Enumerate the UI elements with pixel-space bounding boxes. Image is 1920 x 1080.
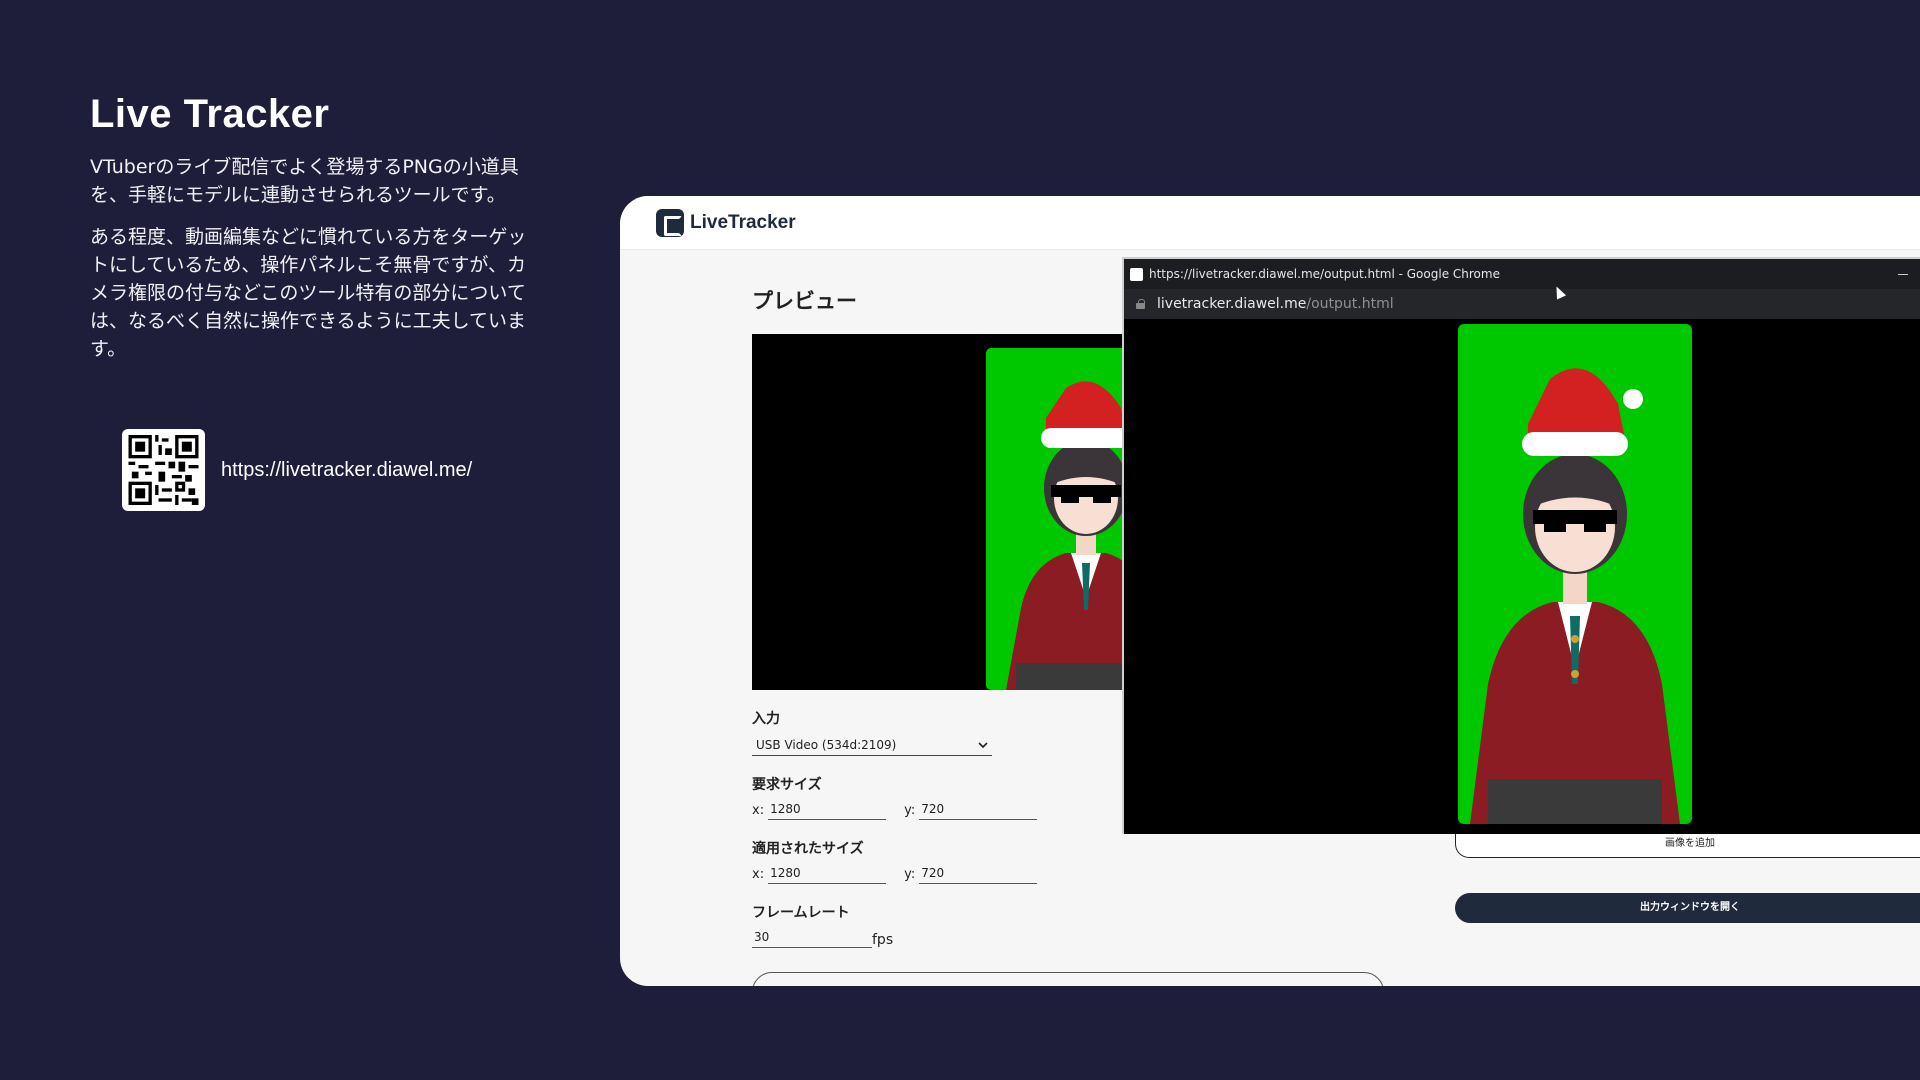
- applied-x-input[interactable]: 1280: [768, 864, 887, 884]
- framerate-unit: fps: [872, 932, 894, 948]
- input-source-value: USB Video (534d:2109): [756, 737, 897, 752]
- requested-y-label: y:: [904, 802, 916, 818]
- open-output-window-button[interactable]: 出力ウィンドウを開く: [1455, 893, 1920, 923]
- input-source-select[interactable]: USB Video (534d:2109): [752, 734, 992, 756]
- applied-size-row: x: 1280 y: 720: [752, 864, 1055, 884]
- address-host: livetracker.diawel.me: [1157, 296, 1307, 312]
- requested-y-input[interactable]: 720: [919, 800, 1038, 820]
- intro-title: Live Tracker: [90, 92, 330, 136]
- bottom-action-button[interactable]: [752, 972, 1384, 986]
- output-avatar-image: [1470, 368, 1680, 824]
- app-logo-text: LiveTracker: [690, 211, 796, 233]
- output-canvas: [1124, 319, 1920, 834]
- settings-form: 入力 USB Video (534d:2109) 要求サイズ x: 1280 y…: [752, 708, 1055, 966]
- lock-icon: [1136, 299, 1145, 309]
- applied-size-label: 適用されたサイズ: [752, 841, 864, 857]
- preview-canvas: [752, 334, 1152, 690]
- input-label: 入力: [752, 711, 780, 727]
- applied-y-label: y:: [904, 866, 916, 882]
- intro-paragraph-1: VTuberのライブ配信でよく登場するPNGの小道具を、手軽にモデルに連動させら…: [90, 156, 519, 206]
- intro-section: Live Tracker VTuberのライブ配信でよく登場するPNGの小道具を…: [90, 92, 540, 377]
- qr-link-row: https://livetracker.diawel.me/: [122, 429, 472, 511]
- requested-size-row: x: 1280 y: 720: [752, 800, 1055, 820]
- favicon-icon: [1130, 267, 1143, 281]
- applied-x-label: x:: [752, 866, 765, 882]
- qr-code: [122, 429, 205, 511]
- requested-x-label: x:: [752, 802, 765, 818]
- minimize-icon[interactable]: [1898, 273, 1908, 275]
- framerate-input[interactable]: 30: [752, 928, 872, 948]
- popup-address-bar[interactable]: livetracker.diawel.me/output.html: [1124, 289, 1920, 319]
- add-image-button[interactable]: 画像を追加: [1455, 830, 1920, 858]
- qr-code-icon: [128, 435, 199, 505]
- framerate-row: 30 fps: [752, 928, 1055, 948]
- popup-titlebar[interactable]: https://livetracker.diawel.me/output.htm…: [1124, 259, 1920, 289]
- address-path: /output.html: [1306, 296, 1394, 312]
- requested-size-label: 要求サイズ: [752, 777, 822, 793]
- preview-title: プレビュー: [752, 289, 857, 313]
- site-url-link[interactable]: https://livetracker.diawel.me/: [221, 459, 472, 482]
- applied-y-input[interactable]: 720: [919, 864, 1038, 884]
- intro-paragraph-2: ある程度、動画編集などに慣れている方をターゲットにしているため、操作パネルこそ無…: [90, 226, 527, 360]
- output-avatar-frame: [1458, 324, 1692, 824]
- app-header: LiveTracker: [620, 196, 1920, 250]
- livetracker-logo-icon: [656, 208, 684, 237]
- output-popup-window[interactable]: https://livetracker.diawel.me/output.htm…: [1122, 257, 1920, 834]
- popup-window-title: https://livetracker.diawel.me/output.htm…: [1149, 267, 1500, 281]
- requested-x-input[interactable]: 1280: [768, 800, 887, 820]
- chevron-down-icon: [978, 741, 988, 748]
- framerate-label: フレームレート: [752, 905, 850, 921]
